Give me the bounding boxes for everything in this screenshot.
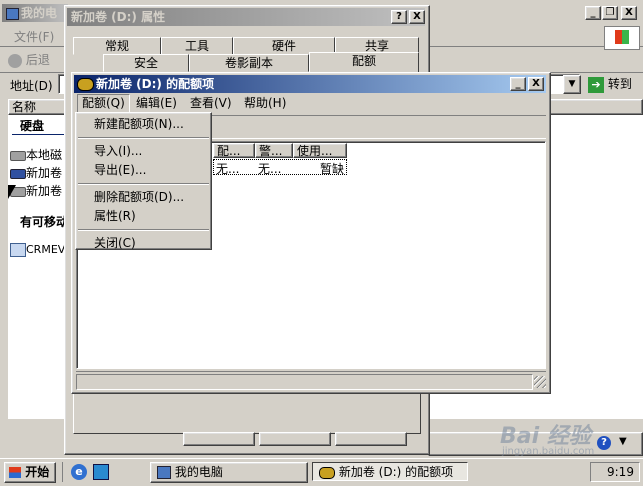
menu-item-delete-quota-entry[interactable]: 删除配额项(D)... <box>76 188 211 207</box>
address-dropdown-button[interactable]: ▼ <box>563 75 581 94</box>
goto-label: 转到 <box>607 77 632 91</box>
drive-icon <box>10 168 26 179</box>
quota-title: 新加卷 (D:) 的配额项 <box>96 77 215 91</box>
windows-flag-icon <box>9 467 21 478</box>
menu-separator <box>78 229 209 231</box>
quota-close-button[interactable]: X <box>528 77 544 91</box>
menu-item-import[interactable]: 导入(I)... <box>76 142 211 161</box>
tab-quota[interactable]: 配额 <box>309 52 419 73</box>
menu-separator <box>78 183 209 185</box>
mouse-cursor-icon <box>8 185 16 199</box>
column-header-warning[interactable]: 警... <box>255 143 293 158</box>
menu-item-properties[interactable]: 属性(R) <box>76 207 211 226</box>
menu-view[interactable]: 查看(V) <box>186 94 236 112</box>
windows-logo <box>604 26 640 50</box>
properties-title: 新加卷 (D:) 属性 <box>71 10 166 24</box>
dialog-button-placeholder[interactable] <box>183 432 255 446</box>
minimize-button[interactable]: _ <box>585 6 601 20</box>
quota-dropdown-menu: 新建配额项(N)... 导入(I)... 导出(E)... 删除配额项(D)..… <box>75 112 212 250</box>
menu-file[interactable]: 文件(F) <box>14 28 54 45</box>
watermark: Bai 经验 jingyan.baidu.com <box>500 418 610 458</box>
cell-quota-limit: 无... <box>216 162 240 176</box>
disk-icon <box>77 78 94 91</box>
dialog-button-placeholder[interactable] <box>259 432 331 446</box>
section-underline <box>12 134 68 135</box>
quota-menubar: 配额(Q) 编辑(E) 查看(V) 帮助(H) <box>76 94 546 113</box>
list-item[interactable]: 新加卷 <box>10 164 62 181</box>
taskbar: 开始 e 我的电脑 新加卷 (D:) 的配额项 9:19 <box>0 458 643 486</box>
back-label: 后退 <box>25 53 50 67</box>
computer-icon <box>157 466 171 479</box>
internet-explorer-icon[interactable]: e <box>71 464 87 480</box>
menu-item-new-quota-entry[interactable]: 新建配额项(N)... <box>76 115 211 134</box>
back-arrow-icon <box>8 53 22 68</box>
taskbar-item-quota[interactable]: 新加卷 (D:) 的配额项 <box>312 462 468 481</box>
flag-icon <box>615 30 629 44</box>
help-button[interactable]: ? <box>391 10 407 24</box>
close-button[interactable]: X <box>621 6 637 20</box>
cell-warning: 无... <box>258 162 282 176</box>
system-tray: 9:19 <box>590 462 640 482</box>
properties-titlebar[interactable]: 新加卷 (D:) 属性 <box>67 8 425 26</box>
address-label: 地址(D) <box>10 79 53 93</box>
goto-arrow-icon: ➔ <box>588 76 604 93</box>
quota-statusbar <box>76 371 546 390</box>
menu-edit[interactable]: 编辑(E) <box>132 94 181 112</box>
back-button[interactable]: 后退 <box>8 51 50 68</box>
table-row[interactable]: 无... 无... 暂缺 <box>213 159 347 176</box>
start-button[interactable]: 开始 <box>4 462 56 483</box>
status-panel <box>76 374 533 390</box>
explorer-titlebar[interactable]: 我的电 <box>2 4 68 22</box>
properties-close-button[interactable]: X <box>409 10 425 24</box>
quota-titlebar[interactable]: 新加卷 (D:) 的配额项 <box>74 75 546 93</box>
taskbar-item-my-computer[interactable]: 我的电脑 <box>150 462 308 483</box>
menu-separator <box>78 137 209 139</box>
removable-drive-icon <box>10 243 26 257</box>
tab-tools[interactable]: 工具 <box>161 37 233 55</box>
menu-item-close[interactable]: 关闭(C) <box>76 234 211 253</box>
resize-grip-icon[interactable] <box>534 376 546 388</box>
menu-help[interactable]: 帮助(H) <box>240 94 290 112</box>
watermark-url: jingyan.baidu.com <box>502 446 595 457</box>
computer-icon <box>6 7 19 20</box>
restore-button[interactable]: ❐ <box>602 6 618 20</box>
menu-quota[interactable]: 配额(Q) <box>77 94 130 113</box>
column-header-used[interactable]: 使用... <box>293 143 347 158</box>
list-item[interactable]: 本地磁 <box>10 146 62 163</box>
task1-label: 我的电脑 <box>174 465 223 479</box>
tab-security[interactable]: 安全 <box>103 54 189 72</box>
outlook-express-icon[interactable] <box>93 464 109 480</box>
tab-shadow-copies[interactable]: 卷影副本 <box>189 54 309 72</box>
status-right-arrow-icon[interactable]: ▼ <box>619 436 627 447</box>
section-hard-disks: 硬盘 <box>20 119 45 133</box>
column-header-quota-limit[interactable]: 配... <box>213 143 255 158</box>
cell-used: 暂缺 <box>320 162 345 176</box>
goto-button[interactable]: ➔ 转到 <box>588 75 640 94</box>
drive-icon <box>10 150 26 161</box>
explorer-title: 我的电 <box>21 6 58 20</box>
disk-icon <box>319 466 335 479</box>
list-item[interactable]: 新加卷 <box>10 182 62 199</box>
section-removable: 有可移动 <box>20 215 69 229</box>
dialog-button-placeholder[interactable] <box>335 432 407 446</box>
tab-general[interactable]: 常规 <box>73 37 161 55</box>
clock[interactable]: 9:19 <box>607 465 634 479</box>
task2-label: 新加卷 (D:) 的配额项 <box>338 465 454 479</box>
explorer-caption-buttons: _ ❐ X <box>585 6 641 22</box>
menu-item-export[interactable]: 导出(E)... <box>76 161 211 180</box>
start-label: 开始 <box>25 465 50 479</box>
quick-launch: e <box>62 462 115 482</box>
column-header-name[interactable]: 名称 <box>8 99 70 115</box>
quota-minimize-button[interactable]: _ <box>510 77 526 91</box>
